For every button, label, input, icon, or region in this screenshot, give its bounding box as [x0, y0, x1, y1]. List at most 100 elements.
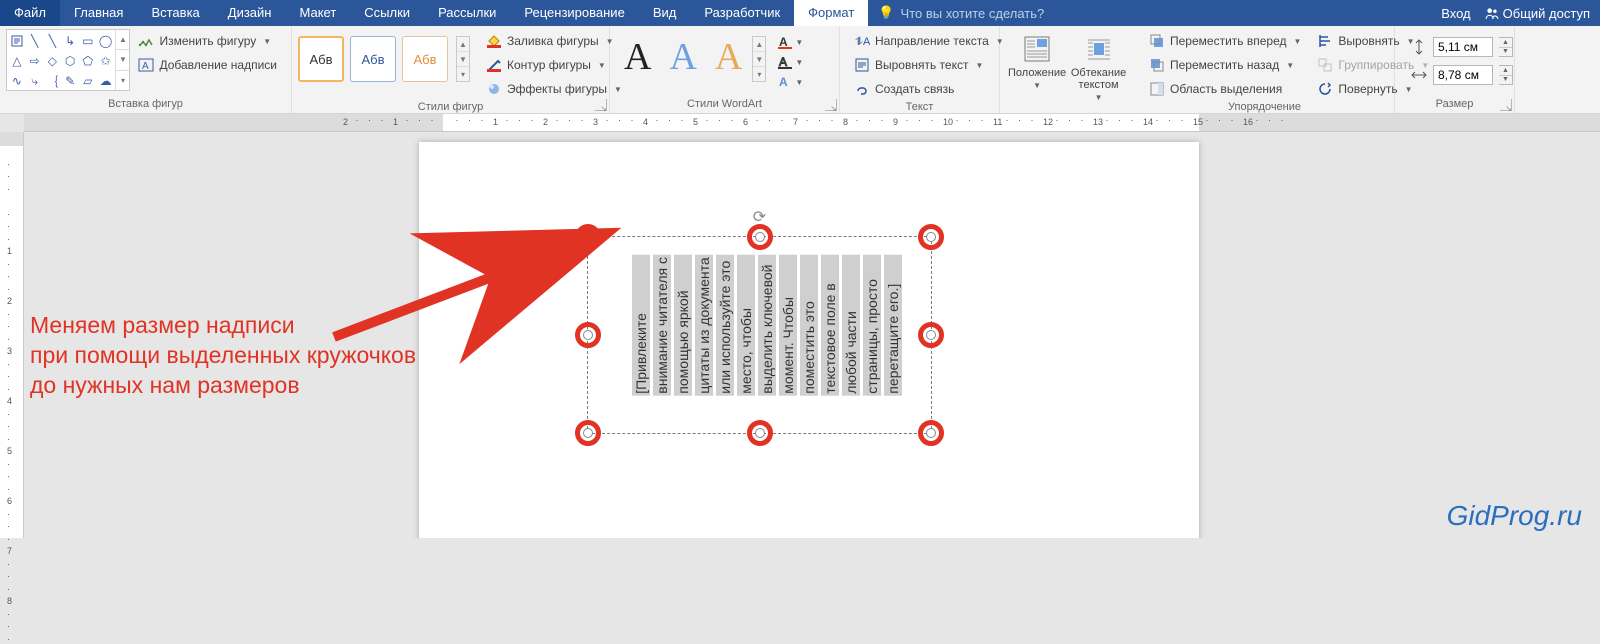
height-spinner[interactable]: ▲▼ [1499, 37, 1513, 57]
resize-handle-sw[interactable] [583, 428, 593, 438]
shape-fill-button[interactable]: Заливка фигуры ▼ [482, 31, 626, 51]
shape-callout-icon[interactable]: ▱ [79, 71, 97, 91]
selection-pane-icon [1149, 81, 1165, 97]
scroll-down-icon[interactable]: ▼ [116, 50, 129, 70]
text-effects-button[interactable]: A▼ [774, 73, 806, 91]
tab-references[interactable]: Ссылки [350, 0, 424, 26]
shape-triangle-icon[interactable]: △ [8, 51, 26, 71]
dialog-launcher-wordart[interactable] [825, 99, 837, 111]
scroll-more-icon[interactable]: ▾ [116, 71, 129, 90]
spin-down-icon[interactable]: ▼ [1499, 76, 1512, 85]
shape-cloud-icon[interactable]: ☁ [97, 71, 115, 91]
dialog-launcher-size[interactable] [1500, 99, 1512, 111]
fill-icon [486, 33, 502, 49]
send-backward-button[interactable]: Переместить назад▼ [1145, 55, 1305, 75]
tab-layout[interactable]: Макет [285, 0, 350, 26]
wordart-preset-3[interactable]: А [715, 35, 742, 79]
selected-textbox[interactable]: ⟳ [Привлеките внимание читателя с помощь… [587, 236, 932, 434]
height-input[interactable] [1433, 37, 1493, 57]
tab-design[interactable]: Дизайн [214, 0, 286, 26]
resize-handle-se[interactable] [926, 428, 936, 438]
wrap-text-button[interactable]: Обтекание текстом▼ [1068, 29, 1129, 102]
align-text-button[interactable]: Выровнять текст▼ [850, 55, 1008, 75]
spin-up-icon[interactable]: ▲ [1499, 66, 1512, 76]
tab-developer[interactable]: Разработчик [690, 0, 794, 26]
scroll-up-icon[interactable]: ▲ [457, 37, 469, 52]
document-area[interactable]: ⚓ ⟳ [Привлеките внимание читателя с [24, 132, 1600, 538]
horizontal-ruler[interactable]: /* ticks drawn below by populate script … [24, 114, 1600, 132]
add-textbox-button[interactable]: A Добавление надписи [134, 55, 281, 75]
resize-handle-n[interactable] [755, 232, 765, 242]
shape-line-icon[interactable]: ╲ [26, 31, 44, 51]
spin-down-icon[interactable]: ▼ [1499, 48, 1512, 57]
shape-arrow-icon[interactable]: ⇨ [26, 51, 44, 71]
selection-pane-button[interactable]: Область выделения [1145, 79, 1305, 99]
group-text: ⥮A Направление текста▼ Выровнять текст▼ … [840, 26, 1000, 113]
spin-up-icon[interactable]: ▲ [1499, 38, 1512, 48]
resize-handle-e[interactable] [926, 330, 936, 340]
position-button[interactable]: Положение▼ [1006, 29, 1068, 90]
resize-handle-w[interactable] [583, 330, 593, 340]
preset-3[interactable]: Абв [402, 36, 448, 82]
vertical-ruler[interactable]: ······1···2···3···4···5···6···7···8··· [0, 132, 24, 538]
tab-mailings[interactable]: Рассылки [424, 0, 510, 26]
create-link-button[interactable]: Создать связь [850, 79, 1008, 99]
shape-star-icon[interactable]: ✩ [97, 51, 115, 71]
tell-me-search[interactable]: 💡 Что вы хотите сделать? [868, 0, 1054, 26]
share-button[interactable]: Общий доступ [1485, 6, 1590, 21]
textbox-content[interactable]: [Привлеките внимание читателя с помощью … [632, 255, 902, 396]
bring-forward-button[interactable]: Переместить вперед▼ [1145, 31, 1305, 51]
scroll-down-icon[interactable]: ▼ [753, 52, 765, 67]
shape-rect-icon[interactable]: ▭ [79, 31, 97, 51]
preset-2[interactable]: Абв [350, 36, 396, 82]
annotation-line-2: при помощи выделенных кружочков [30, 340, 416, 370]
shape-free-icon[interactable]: ✎ [61, 71, 79, 91]
shape-outline-button[interactable]: Контур фигуры ▼ [482, 55, 626, 75]
scroll-up-icon[interactable]: ▲ [753, 37, 765, 52]
tab-file[interactable]: Файл [0, 0, 60, 26]
shape-textbox-icon[interactable] [8, 31, 26, 51]
shape-brace-icon[interactable]: ｛ [43, 71, 61, 91]
textbox-icon: A [138, 57, 154, 73]
resize-handle-nw[interactable] [583, 232, 593, 242]
wordart-preset-1[interactable]: А [624, 35, 651, 79]
shape-curve-icon[interactable]: ∿ [8, 71, 26, 91]
tab-insert[interactable]: Вставка [137, 0, 213, 26]
text-outline-button[interactable]: A▼ [774, 53, 806, 71]
shape-hex-icon[interactable]: ⬡ [61, 51, 79, 71]
shape-line2-icon[interactable]: ╲ [43, 31, 61, 51]
text-direction-button[interactable]: ⥮A Направление текста▼ [850, 31, 1008, 51]
shape-connector-icon[interactable]: ↳ [61, 31, 79, 51]
tab-view[interactable]: Вид [639, 0, 691, 26]
scroll-more-icon[interactable]: ▾ [753, 67, 765, 81]
tab-review[interactable]: Рецензирование [510, 0, 638, 26]
shape-fill-label: Заливка фигуры [507, 34, 599, 48]
shape-diamond-icon[interactable]: ◇ [43, 51, 61, 71]
shape-effects-button[interactable]: Эффекты фигуры ▼ [482, 79, 626, 99]
scroll-more-icon[interactable]: ▾ [457, 67, 469, 81]
tab-home[interactable]: Главная [60, 0, 137, 26]
width-spinner[interactable]: ▲▼ [1499, 65, 1513, 85]
text-fill-button[interactable]: A▼ [774, 33, 806, 51]
edit-shape-button[interactable]: Изменить фигуру ▼ [134, 31, 281, 51]
align-text-label: Выровнять текст [875, 58, 968, 72]
dialog-launcher-shape-styles[interactable] [595, 99, 607, 111]
shape-pent-icon[interactable]: ⬠ [79, 51, 97, 71]
shape-oval-icon[interactable]: ◯ [97, 31, 115, 51]
resize-handle-ne[interactable] [926, 232, 936, 242]
scroll-up-icon[interactable]: ▲ [116, 30, 129, 50]
tab-format[interactable]: Формат [794, 0, 868, 26]
wordart-preset-2[interactable]: А [669, 35, 696, 79]
scroll-down-icon[interactable]: ▼ [457, 52, 469, 67]
wordart-gallery[interactable]: А А А [616, 29, 750, 79]
edit-shape-icon [138, 33, 154, 49]
page[interactable]: ⚓ ⟳ [Привлеките внимание читателя с [419, 142, 1199, 538]
shapes-grid: ╲ ╲ ↳ ▭ ◯ △ ⇨ ◇ ⬡ ⬠ ✩ ∿ ⤷ ｛ ✎ ▱ ☁ [7, 30, 115, 90]
login-link[interactable]: Вход [1441, 6, 1470, 21]
shapes-gallery[interactable]: ╲ ╲ ↳ ▭ ◯ △ ⇨ ◇ ⬡ ⬠ ✩ ∿ ⤷ ｛ ✎ ▱ ☁ [6, 29, 130, 91]
preset-1[interactable]: Абв [298, 36, 344, 82]
rotate-handle-icon[interactable]: ⟳ [753, 207, 766, 227]
width-input[interactable] [1433, 65, 1493, 85]
shape-arc-icon[interactable]: ⤷ [26, 71, 44, 91]
resize-handle-s[interactable] [755, 428, 765, 438]
